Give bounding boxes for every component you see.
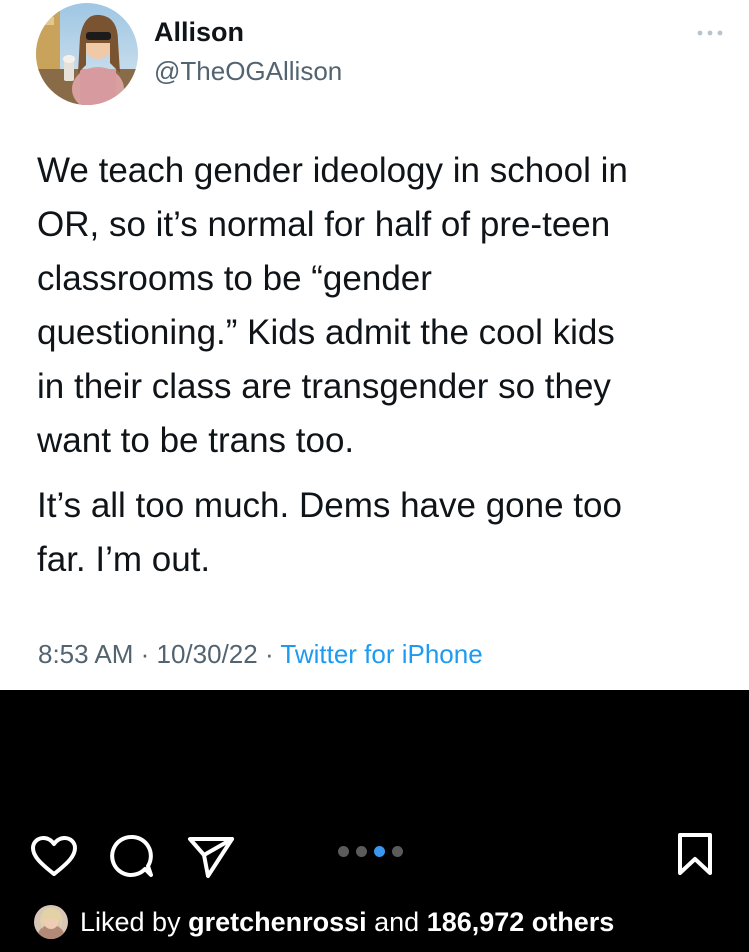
more-horizontal-icon <box>697 30 723 36</box>
tweet-date[interactable]: 10/30/22 <box>157 639 258 669</box>
liker-avatar[interactable] <box>34 905 68 939</box>
likes-summary[interactable]: Liked by gretchenrossi and 186,972 other… <box>34 904 614 940</box>
carousel-dot <box>356 845 367 857</box>
instagram-post: Allison @TheOGAllison We teach gender id… <box>0 0 749 952</box>
separator: · <box>257 639 281 669</box>
liked-by-middle: and <box>366 906 427 937</box>
comment-icon <box>110 835 153 877</box>
avatar[interactable] <box>36 3 138 105</box>
heart-icon <box>31 836 77 876</box>
share-button[interactable] <box>186 835 236 884</box>
liked-by-prefix: Liked by <box>80 906 189 937</box>
separator: · <box>133 639 157 669</box>
more-options-button[interactable] <box>692 24 728 42</box>
share-icon <box>188 837 234 878</box>
tweet-metadata: 8:53 AM · 10/30/22 · Twitter for iPhone <box>38 639 483 670</box>
comment-button[interactable] <box>107 833 155 884</box>
liker-username[interactable]: gretchenrossi <box>188 907 367 938</box>
tweet-paragraph: It’s all too much. Dems have gone too fa… <box>37 486 622 579</box>
carousel-dot <box>392 845 403 857</box>
tweet-card: Allison @TheOGAllison We teach gender id… <box>0 0 749 690</box>
user-handle[interactable]: @TheOGAllison <box>154 56 342 87</box>
tweet-text: We teach gender ideology in school in OR… <box>37 144 737 587</box>
save-button[interactable] <box>676 831 714 882</box>
display-name[interactable]: Allison <box>154 17 244 48</box>
tweet-paragraph: We teach gender ideology in school in OR… <box>37 151 628 460</box>
likes-count[interactable]: 186,972 others <box>427 907 615 938</box>
like-button[interactable] <box>30 835 78 882</box>
carousel-dot-active <box>374 845 385 857</box>
tweet-source-link[interactable]: Twitter for iPhone <box>280 639 482 669</box>
tweet-time[interactable]: 8:53 AM <box>38 639 133 669</box>
bookmark-icon <box>678 833 712 875</box>
carousel-dot <box>338 845 349 857</box>
carousel-indicator <box>338 845 403 857</box>
